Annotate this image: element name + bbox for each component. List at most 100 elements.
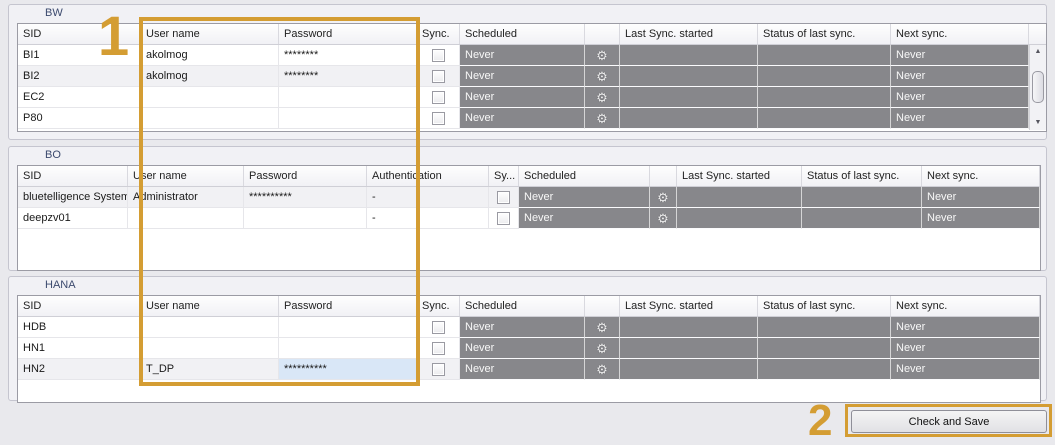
cell-status (758, 45, 891, 66)
scroll-up-button[interactable]: ▲ (1030, 45, 1046, 59)
cell-last (620, 66, 758, 87)
cell-sched: Never (460, 338, 585, 359)
cell-gear: ⚙︎ (585, 87, 620, 108)
cell-sid[interactable]: P80 (18, 108, 141, 129)
gear-icon[interactable]: ⚙︎ (596, 91, 608, 104)
column-header-status[interactable]: Status of last sync. (802, 166, 922, 186)
cell-sched: Never (460, 317, 585, 338)
cell-gear: ⚙︎ (650, 208, 677, 229)
cell-next: Never (891, 317, 1040, 338)
cell-sync (417, 45, 460, 66)
cell-status (758, 317, 891, 338)
cell-status (758, 87, 891, 108)
cell-status (758, 108, 891, 129)
cell-sync (417, 359, 460, 380)
cell-sid[interactable]: HDB (18, 317, 141, 338)
column-header-gear[interactable] (585, 24, 620, 44)
cell-sid[interactable]: HN2 (18, 359, 141, 380)
cell-next: Never (922, 187, 1040, 208)
cell-gear: ⚙︎ (585, 317, 620, 338)
gear-icon[interactable]: ⚙︎ (596, 363, 608, 376)
gear-icon[interactable]: ⚙︎ (596, 70, 608, 83)
vertical-scrollbar[interactable]: ▲▼ (1029, 45, 1046, 130)
cell-sched: Never (460, 45, 585, 66)
cell-sid[interactable]: bluetelligence System (18, 187, 128, 208)
cell-last (620, 108, 758, 129)
cell-last (620, 338, 758, 359)
column-header-sid[interactable]: SID (18, 296, 141, 316)
column-header-sync[interactable]: Sync. (417, 296, 460, 316)
check-and-save-button[interactable]: Check and Save (851, 410, 1047, 433)
cell-next: Never (891, 66, 1029, 87)
cell-next: Never (922, 208, 1040, 229)
cell-gear: ⚙︎ (585, 66, 620, 87)
column-header-gear[interactable] (585, 296, 620, 316)
cell-gear: ⚙︎ (585, 359, 620, 380)
cell-sync (417, 87, 460, 108)
cell-sid[interactable]: EC2 (18, 87, 141, 108)
column-header-next[interactable]: Next sync. (891, 24, 1029, 44)
annotation-box-1 (139, 17, 420, 386)
sync-checkbox[interactable] (497, 212, 510, 225)
cell-sched: Never (460, 108, 585, 129)
column-header-last[interactable]: Last Sync. started (677, 166, 802, 186)
cell-sync (489, 208, 519, 229)
cell-sid[interactable]: BI2 (18, 66, 141, 87)
sync-checkbox[interactable] (432, 342, 445, 355)
column-header-status[interactable]: Status of last sync. (758, 296, 891, 316)
cell-sid[interactable]: deepzv01 (18, 208, 128, 229)
cell-gear: ⚙︎ (650, 187, 677, 208)
gear-icon[interactable]: ⚙︎ (657, 212, 669, 225)
cell-status (802, 187, 922, 208)
sync-checkbox[interactable] (432, 321, 445, 334)
cell-sync (417, 108, 460, 129)
cell-next: Never (891, 338, 1040, 359)
scrollbar-thumb[interactable] (1032, 71, 1044, 103)
column-header-sched[interactable]: Scheduled (519, 166, 650, 186)
sync-checkbox[interactable] (432, 70, 445, 83)
cell-sync (417, 317, 460, 338)
sync-checkbox[interactable] (497, 191, 510, 204)
cell-sync (417, 66, 460, 87)
column-header-sync[interactable]: Sy... (489, 166, 519, 186)
cell-sched: Never (519, 187, 650, 208)
scrollbar-header-spacer (1029, 24, 1045, 44)
column-header-last[interactable]: Last Sync. started (620, 24, 758, 44)
scroll-down-button[interactable]: ▼ (1030, 116, 1046, 130)
gear-icon[interactable]: ⚙︎ (657, 191, 669, 204)
column-header-next[interactable]: Next sync. (922, 166, 1040, 186)
cell-sched: Never (460, 66, 585, 87)
column-header-sched[interactable]: Scheduled (460, 24, 585, 44)
gear-icon[interactable]: ⚙︎ (596, 112, 608, 125)
column-header-last[interactable]: Last Sync. started (620, 296, 758, 316)
column-header-next[interactable]: Next sync. (891, 296, 1040, 316)
cell-last (620, 359, 758, 380)
cell-last (620, 317, 758, 338)
cell-sync (489, 187, 519, 208)
gear-icon[interactable]: ⚙︎ (596, 49, 608, 62)
sync-checkbox[interactable] (432, 112, 445, 125)
sync-checkbox[interactable] (432, 363, 445, 376)
cell-status (758, 359, 891, 380)
cell-last (620, 87, 758, 108)
cell-gear: ⚙︎ (585, 108, 620, 129)
cell-sid[interactable]: HN1 (18, 338, 141, 359)
column-header-sync[interactable]: Sync. (417, 24, 460, 44)
cell-status (802, 208, 922, 229)
sync-settings-panel: BWSIDUser namePasswordSync.ScheduledLast… (0, 0, 1055, 439)
column-header-sid[interactable]: SID (18, 166, 128, 186)
column-header-sched[interactable]: Scheduled (460, 296, 585, 316)
cell-gear: ⚙︎ (585, 45, 620, 66)
gear-icon[interactable]: ⚙︎ (596, 342, 608, 355)
column-header-gear[interactable] (650, 166, 677, 186)
column-header-status[interactable]: Status of last sync. (758, 24, 891, 44)
cell-last (677, 187, 802, 208)
cell-sched: Never (519, 208, 650, 229)
cell-sched: Never (460, 87, 585, 108)
annotation-number-2: 2 (808, 399, 832, 443)
sync-checkbox[interactable] (432, 49, 445, 62)
sync-checkbox[interactable] (432, 91, 445, 104)
cell-gear: ⚙︎ (585, 338, 620, 359)
annotation-number-1: 1 (98, 8, 129, 64)
gear-icon[interactable]: ⚙︎ (596, 321, 608, 334)
